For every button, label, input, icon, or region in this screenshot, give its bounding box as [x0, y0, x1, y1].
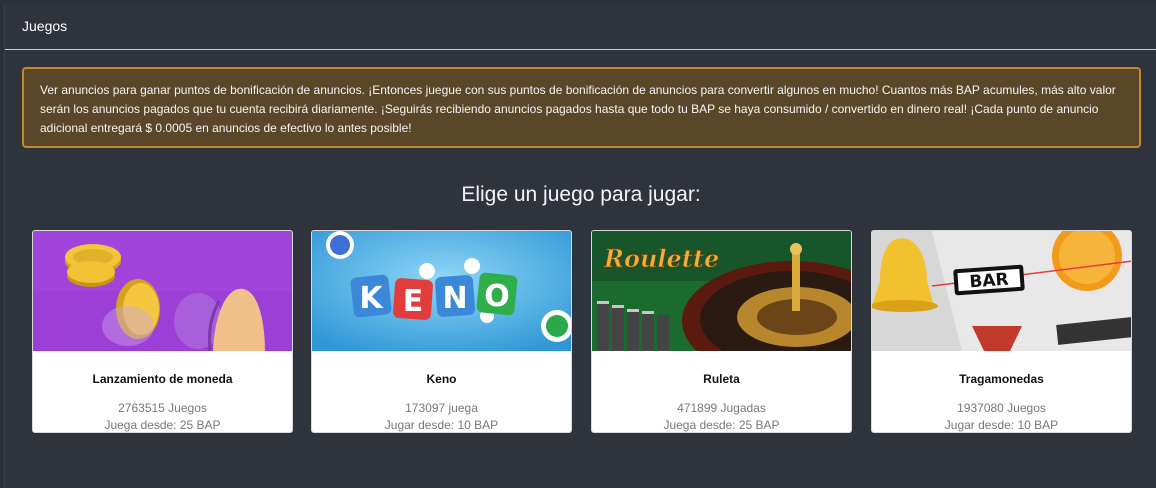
- coin-flip-image: [33, 231, 292, 351]
- game-plays-count: 1937080 Juegos: [957, 401, 1046, 415]
- keno-image: K E N O: [312, 231, 571, 351]
- choose-game-heading: Elige un juego para jugar:: [461, 183, 701, 206]
- svg-text:BAR: BAR: [969, 270, 1010, 293]
- svg-text:O: O: [484, 279, 510, 314]
- roulette-image: Roulette: [592, 231, 851, 351]
- game-title: Tragamonedas: [959, 372, 1044, 386]
- game-card-coin-flip[interactable]: Lanzamiento de moneda 2763515 Juegos Jue…: [32, 230, 293, 433]
- slots-image: BAR: [872, 231, 1131, 351]
- svg-text:E: E: [403, 284, 424, 319]
- game-min-bet: Jugar desde: 10 BAP: [944, 418, 1059, 432]
- game-title: Ruleta: [703, 372, 740, 386]
- game-title: Lanzamiento de moneda: [92, 372, 233, 386]
- game-plays-count: 173097 juega: [405, 401, 478, 415]
- game-plays-count: 2763515 Juegos: [118, 401, 207, 415]
- bonus-notice: Ver anuncios para ganar puntos de bonifi…: [22, 67, 1141, 148]
- game-card-slots[interactable]: BAR Tragamonedas 1937080 Juegos Jugar de…: [871, 230, 1132, 433]
- svg-text:N: N: [442, 281, 467, 316]
- panel-header: Juegos: [5, 4, 1156, 50]
- game-card-roulette[interactable]: Roulette Ruleta 471899 Jugadas Juega des…: [591, 230, 852, 433]
- svg-text:K: K: [359, 281, 384, 316]
- games-panel: Juegos Ver anuncios para ganar puntos de…: [4, 4, 1156, 488]
- notice-text: Ver anuncios para ganar puntos de bonifi…: [40, 83, 1116, 135]
- svg-text:Roulette: Roulette: [603, 244, 719, 273]
- game-min-bet: Juega desde: 25 BAP: [104, 418, 221, 432]
- bar-symbol: BAR: [953, 264, 1025, 296]
- page-title: Juegos: [22, 18, 68, 34]
- game-title: Keno: [426, 372, 457, 386]
- game-min-bet: Juega desde: 25 BAP: [663, 418, 780, 432]
- game-min-bet: Jugar desde: 10 BAP: [384, 418, 499, 432]
- game-card-keno[interactable]: K E N O Keno 173097 juega Jugar desde: 1…: [311, 230, 572, 433]
- game-plays-count: 471899 Jugadas: [677, 401, 766, 415]
- roulette-logo: Roulette: [603, 244, 720, 274]
